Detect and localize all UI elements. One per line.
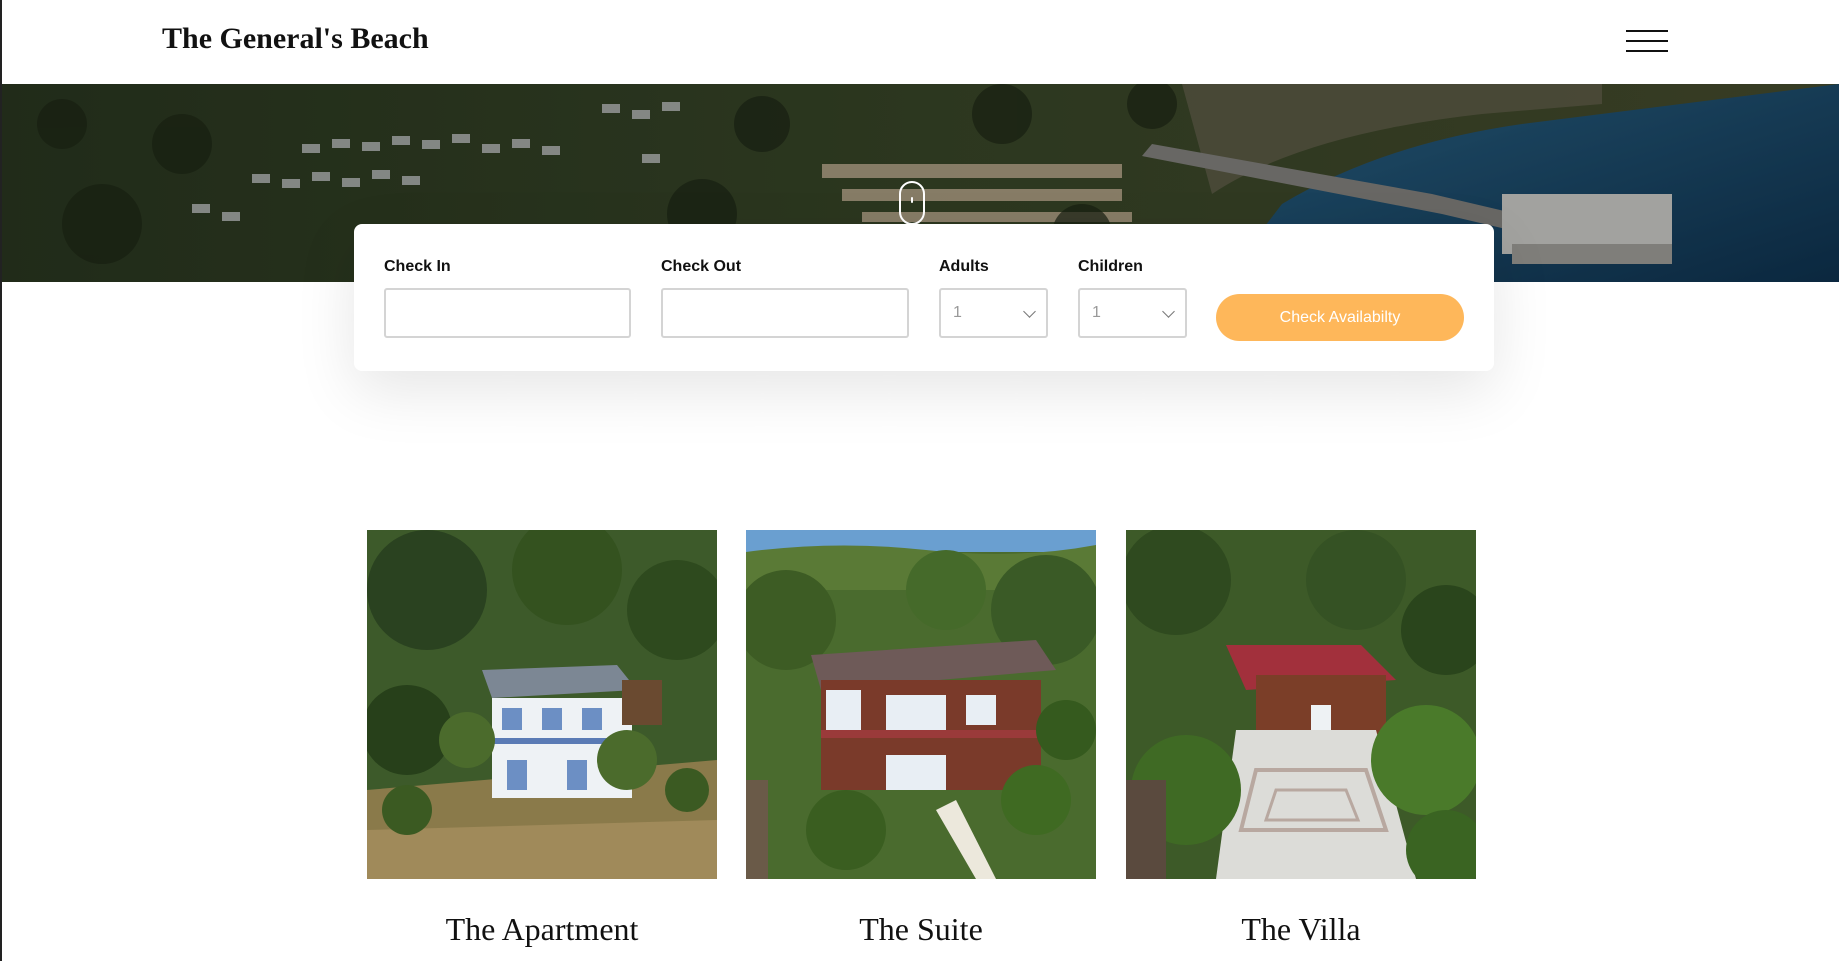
room-photo-villa[interactable] <box>1126 530 1476 879</box>
adults-selected-value: 1 <box>953 304 962 321</box>
children-selected-value: 1 <box>1092 304 1101 321</box>
chevron-down-icon <box>1162 305 1175 318</box>
check-in-input[interactable] <box>384 288 631 338</box>
children-label: Children <box>1078 258 1143 275</box>
adults-select[interactable]: 1 <box>939 288 1048 338</box>
check-in-label: Check In <box>384 258 451 275</box>
children-field: Children 1 <box>1078 258 1187 338</box>
room-card-suite[interactable]: The Suite <box>746 530 1096 948</box>
menu-line <box>1626 30 1668 32</box>
adults-label: Adults <box>939 258 989 275</box>
hamburger-menu-icon[interactable] <box>1626 28 1668 54</box>
site-brand[interactable]: The General's Beach <box>162 22 429 56</box>
menu-line <box>1626 40 1668 42</box>
room-title[interactable]: The Apartment <box>367 911 717 948</box>
booking-form: Check In Check Out Adults 1 Children 1 C… <box>354 224 1494 371</box>
check-availability-button[interactable]: Check Availabilty <box>1216 294 1464 341</box>
site-header: The General's Beach <box>2 0 1839 84</box>
room-title[interactable]: The Suite <box>746 911 1096 948</box>
children-select[interactable]: 1 <box>1078 288 1187 338</box>
scroll-mouse-icon[interactable] <box>899 181 925 225</box>
check-out-input[interactable] <box>661 288 909 338</box>
chevron-down-icon <box>1023 305 1036 318</box>
menu-line <box>1626 50 1668 52</box>
room-card-villa[interactable]: The Villa <box>1126 530 1476 948</box>
room-photo-suite[interactable] <box>746 530 1096 879</box>
adults-field: Adults 1 <box>939 258 1048 338</box>
room-title[interactable]: The Villa <box>1126 911 1476 948</box>
room-photo-apartment[interactable] <box>367 530 717 879</box>
check-out-label: Check Out <box>661 258 742 275</box>
check-in-field: Check In <box>384 258 631 338</box>
room-card-apartment[interactable]: The Apartment <box>367 530 717 948</box>
check-out-field: Check Out <box>661 258 909 338</box>
